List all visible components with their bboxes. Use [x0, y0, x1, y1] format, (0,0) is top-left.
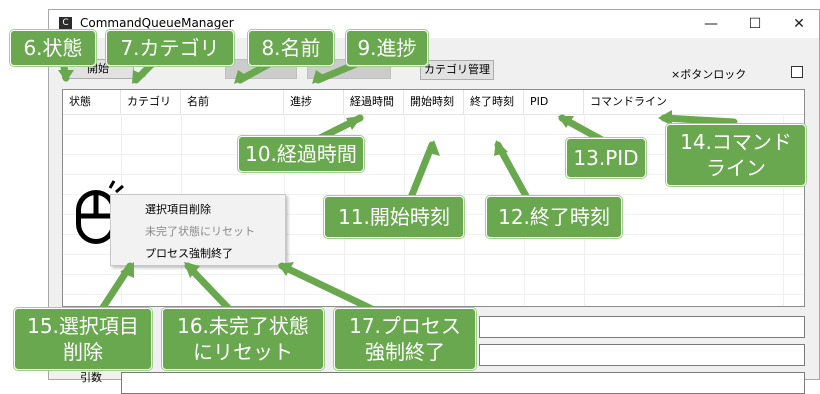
callout-start-time: 11.開始時刻: [324, 196, 464, 238]
callout-reset-incomplete: 16.未完了状態 にリセット: [162, 308, 324, 370]
callout-category: 7.カテゴリ: [106, 30, 234, 66]
callout-end-time: 12.終了時刻: [486, 196, 622, 238]
callout-delete-selected: 15.選択項目 削除: [14, 308, 152, 370]
callout-command-line: 14.コマンド ライン: [666, 124, 806, 186]
callout-force-kill: 17.プロセス 強制終了: [334, 308, 476, 370]
callout-status: 6.状態: [10, 30, 96, 66]
callout-pid: 13.PID: [566, 138, 646, 178]
callout-elapsed: 10.経過時間: [238, 136, 364, 172]
callout-progress: 9.進捗: [346, 30, 428, 66]
callout-name: 8.名前: [248, 30, 334, 66]
